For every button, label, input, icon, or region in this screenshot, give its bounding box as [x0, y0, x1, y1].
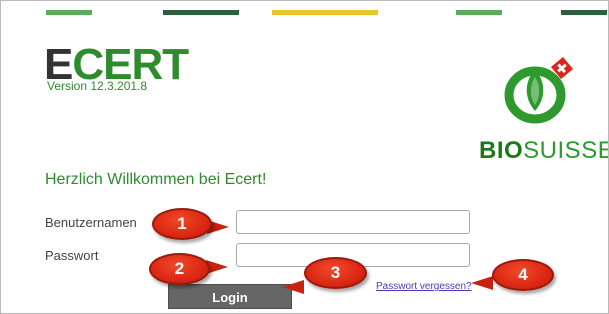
username-input[interactable] — [236, 210, 470, 234]
login-button[interactable]: Login — [168, 284, 292, 309]
header-stripe — [163, 10, 239, 15]
header-stripe — [456, 10, 502, 15]
annotation-badge-1: 1 — [152, 208, 212, 240]
suisse-text: SUISSE — [523, 137, 609, 164]
header-stripe — [46, 10, 92, 15]
version-label: Version 12.3.201.8 — [47, 79, 148, 93]
bio-text: BIO — [479, 137, 524, 164]
password-label: Passwort — [45, 248, 99, 263]
username-label: Benutzernamen — [45, 215, 137, 230]
header-stripe — [561, 10, 607, 15]
annotation-pointer — [282, 280, 304, 294]
annotation-badge-4: 4 — [492, 259, 554, 291]
annotation-badge-2: 2 — [149, 253, 210, 285]
biosuisse-logo-text: BIOSUISSE — [479, 137, 609, 165]
forgot-password-link[interactable]: Passwort vergessen? — [376, 281, 472, 292]
login-page: ECERT Version 12.3.201.8 BIOSUISSE Herzl… — [0, 0, 609, 314]
biosuisse-bud-icon — [504, 57, 573, 124]
annotation-pointer — [471, 276, 493, 290]
annotation-badge-3: 3 — [304, 257, 367, 289]
header-stripe — [272, 10, 378, 15]
welcome-heading: Herzlich Willkommen bei Ecert! — [45, 171, 267, 188]
